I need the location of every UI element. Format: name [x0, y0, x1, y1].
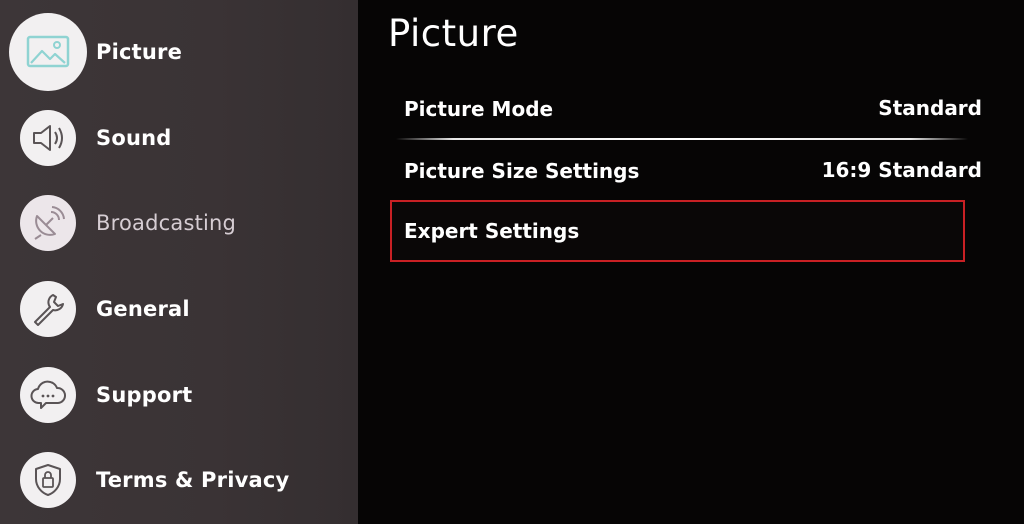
menu-item-value: 16:9 Standard: [821, 158, 982, 182]
sidebar-item-label: Support: [96, 383, 193, 407]
menu-item-label: Expert Settings: [404, 219, 580, 243]
cloud-chat-icon: [20, 367, 76, 423]
divider: [396, 138, 968, 140]
shield-icon: [20, 452, 76, 508]
sidebar-item-label: Terms & Privacy: [96, 468, 290, 492]
sidebar-item-label: Sound: [96, 126, 172, 150]
menu-item-label: Picture Size Settings: [404, 159, 640, 183]
sidebar-item-label: Broadcasting: [96, 211, 237, 235]
sidebar-item-sound[interactable]: Sound: [0, 98, 358, 178]
wrench-icon: [20, 281, 76, 337]
settings-sidebar: Picture Sound Broadcasting General Suppo…: [0, 0, 358, 524]
sidebar-item-label: General: [96, 297, 190, 321]
speaker-icon: [20, 110, 76, 166]
sidebar-item-broadcasting[interactable]: Broadcasting: [0, 183, 358, 263]
satellite-dish-icon: [20, 195, 76, 251]
menu-item-expert-settings[interactable]: Expert Settings: [390, 200, 965, 262]
sidebar-item-terms-privacy[interactable]: Terms & Privacy: [0, 440, 358, 520]
menu-item-picture-size-settings[interactable]: Picture Size Settings 16:9 Standard: [390, 142, 982, 200]
picture-icon: [9, 13, 87, 91]
sidebar-item-general[interactable]: General: [0, 269, 358, 349]
tv-settings-screen: Picture Sound Broadcasting General Suppo…: [0, 0, 1024, 524]
page-title: Picture: [388, 12, 519, 55]
sidebar-item-label: Picture: [96, 40, 183, 64]
menu-item-value: Standard: [878, 96, 982, 120]
menu-item-label: Picture Mode: [404, 97, 554, 121]
sidebar-item-support[interactable]: Support: [0, 355, 358, 435]
picture-settings-panel: Picture Picture Mode Standard Picture Si…: [358, 0, 1024, 524]
menu-item-picture-mode[interactable]: Picture Mode Standard: [390, 80, 982, 138]
sidebar-item-picture[interactable]: Picture: [0, 12, 358, 92]
